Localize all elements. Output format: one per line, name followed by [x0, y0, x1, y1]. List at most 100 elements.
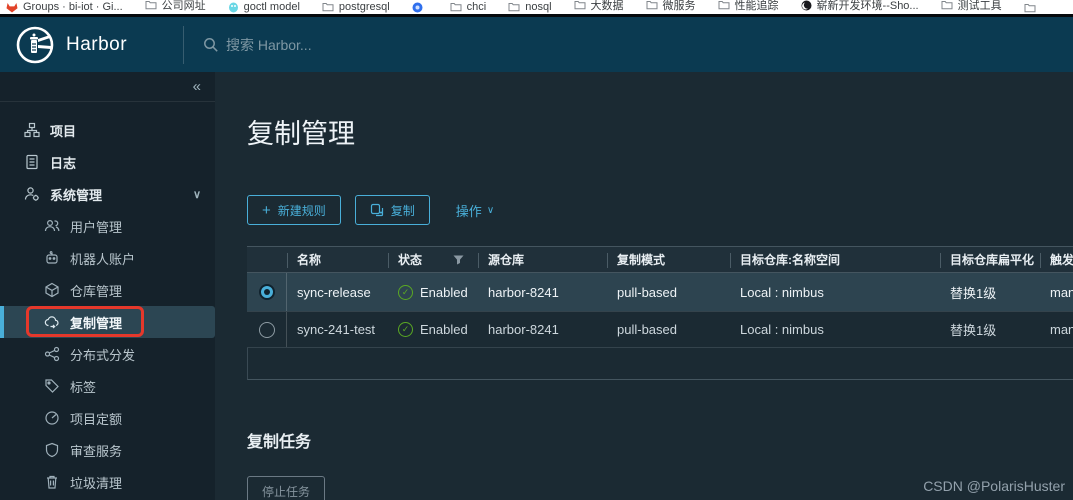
sidebar-item-registries[interactable]: 仓库管理 — [0, 274, 215, 306]
stop-task-button[interactable]: 停止任务 — [247, 476, 326, 500]
folder-icon — [450, 3, 462, 12]
table-row[interactable]: sync-release ✓ Enabled harbor-8241 pull-… — [247, 273, 1073, 312]
rule-source: harbor-8241 — [488, 322, 559, 337]
gitlab-icon — [6, 2, 18, 12]
rule-status: ✓ Enabled — [388, 322, 478, 337]
replicate-button[interactable]: 复制 — [354, 195, 430, 225]
tag-icon — [44, 378, 60, 394]
rule-destination: Local : nimbus — [740, 284, 824, 300]
sidebar-item-label: 项目 — [50, 123, 77, 139]
bookmark-label: 性能追踪 — [734, 0, 779, 12]
sidebar-item-system-admin[interactable]: 系统管理 ∨ — [0, 178, 215, 210]
stop-task-label: 停止任务 — [262, 484, 311, 499]
sidebar-item-projects[interactable]: 项目 — [0, 114, 215, 146]
search-input[interactable] — [226, 36, 466, 53]
filter-icon[interactable] — [453, 255, 464, 265]
sidebar: « 项目 日志 系统管理 ∨ 用户管理 机器人账户 仓库管理 复制管理 分布式分… — [0, 72, 215, 500]
sidebar-collapse-row: « — [0, 72, 215, 102]
main-content: 复制管理 + 新建规则 复制 操作 ∨ 名称 状态 源仓库 复制模式 目标仓库:… — [215, 72, 1073, 500]
sidebar-item-garbage-collection[interactable]: 垃圾清理 — [0, 466, 215, 498]
bookmark-item[interactable]: 测试工具 — [941, 0, 1002, 13]
rule-flattening: 替换1级 — [950, 323, 997, 338]
bookmark-item[interactable]: 崭新开发环境--Sho... — [801, 0, 919, 13]
sidebar-item-distribution[interactable]: 分布式分发 — [0, 338, 215, 370]
rule-destination: Local : nimbus — [740, 322, 824, 337]
bookmark-item[interactable]: 大数据 — [574, 0, 624, 13]
bookmark-item[interactable] — [1024, 3, 1041, 13]
rule-flattening: 替换1级 — [950, 285, 997, 301]
sidebar-item-label: 日志 — [50, 155, 77, 171]
distribution-icon — [44, 346, 60, 362]
new-rule-label: 新建规则 — [277, 203, 326, 218]
bookmark-item[interactable]: 性能追踪 — [718, 0, 779, 13]
gopher-icon — [228, 2, 238, 12]
garbage-icon — [44, 474, 60, 490]
sidebar-item-interrogation-services[interactable]: 审查服务 — [0, 434, 215, 466]
rule-trigger: manual — [1050, 322, 1073, 337]
collapse-sidebar-icon[interactable]: « — [193, 78, 201, 95]
dark-app-icon — [801, 0, 812, 10]
bookmark-item[interactable]: nosql — [508, 1, 552, 13]
bookmark-label: goctl model — [243, 1, 300, 13]
folder-icon — [574, 1, 586, 10]
chevron-down-icon: ∨ — [486, 204, 495, 216]
folder-icon — [646, 1, 658, 10]
folder-icon — [718, 1, 730, 10]
header-select-column — [247, 247, 287, 272]
header-flattening[interactable]: 目标仓库扁平化 — [940, 247, 1040, 272]
actions-dropdown[interactable]: 操作 ∨ — [456, 201, 494, 220]
actions-label: 操作 — [455, 203, 482, 219]
harbor-brand[interactable]: Harbor — [0, 26, 127, 64]
header-divider — [183, 26, 184, 64]
rule-name[interactable]: sync-241-test — [287, 322, 388, 337]
header-status[interactable]: 状态 — [388, 247, 478, 272]
bookmark-item[interactable]: postgresql — [322, 1, 390, 13]
bookmark-item[interactable]: Groups · bi-iot · Gi... — [6, 1, 123, 13]
global-search — [203, 17, 466, 72]
table-header-row: 名称 状态 源仓库 复制模式 目标仓库:名称空间 目标仓库扁平化 触发模式 — [247, 246, 1073, 273]
radio-unselected[interactable] — [258, 321, 275, 338]
row-select-cell — [247, 273, 287, 311]
bookmark-item[interactable]: 公司网址 — [145, 0, 206, 13]
rule-name[interactable]: sync-release — [287, 285, 388, 300]
header-trigger[interactable]: 触发模式 — [1040, 247, 1073, 272]
harbor-logo-icon — [16, 26, 54, 63]
bookmark-item[interactable]: goctl model — [228, 1, 300, 13]
bookmark-label: nosql — [525, 1, 552, 13]
bookmark-label: 微服务 — [662, 0, 696, 12]
sidebar-item-user-management[interactable]: 用户管理 — [0, 210, 215, 242]
plus-icon: + — [262, 201, 271, 219]
sidebar-item-label: 审查服务 — [70, 443, 123, 459]
watermark-text: CSDN @PolarisHuster — [923, 478, 1065, 494]
projects-icon — [24, 122, 40, 138]
page-title: 复制管理 — [247, 119, 355, 149]
harbor-header: Harbor — [0, 17, 1073, 72]
folder-icon — [322, 3, 334, 12]
bookmark-label: chci — [466, 1, 487, 13]
replicate-label: 复制 — [390, 203, 415, 218]
bookmark-item[interactable] — [412, 2, 428, 13]
replication-rules-table: 名称 状态 源仓库 复制模式 目标仓库:名称空间 目标仓库扁平化 触发模式 — [247, 246, 1073, 380]
sidebar-item-logs[interactable]: 日志 — [0, 146, 215, 178]
header-name[interactable]: 名称 — [287, 247, 388, 272]
sidebar-item-labels[interactable]: 标签 — [0, 370, 215, 402]
chevron-down-icon[interactable]: ∨ — [193, 188, 201, 201]
sidebar-item-robot-accounts[interactable]: 机器人账户 — [0, 242, 215, 274]
sidebar-item-replications[interactable]: 复制管理 — [0, 306, 215, 338]
header-replication-mode[interactable]: 复制模式 — [607, 247, 730, 272]
table-row[interactable]: sync-241-test ✓ Enabled harbor-8241 pull… — [247, 312, 1073, 348]
replication-tasks-title: 复制任务 — [247, 434, 312, 451]
table-footer — [247, 348, 1073, 380]
bookmark-item[interactable]: 微服务 — [646, 0, 696, 13]
robot-icon — [44, 250, 60, 266]
sidebar-item-project-quotas[interactable]: 项目定额 — [0, 402, 215, 434]
blue-app-icon — [412, 2, 423, 13]
bookmark-item[interactable]: chci — [450, 1, 487, 13]
status-label: Enabled — [420, 284, 468, 300]
sidebar-item-label: 项目定额 — [70, 411, 123, 427]
radio-selected[interactable] — [258, 284, 275, 300]
bookmark-label: 大数据 — [590, 0, 624, 12]
header-destination[interactable]: 目标仓库:名称空间 — [730, 247, 940, 272]
header-source-registry[interactable]: 源仓库 — [478, 247, 607, 272]
new-rule-button[interactable]: + 新建规则 — [247, 195, 341, 225]
